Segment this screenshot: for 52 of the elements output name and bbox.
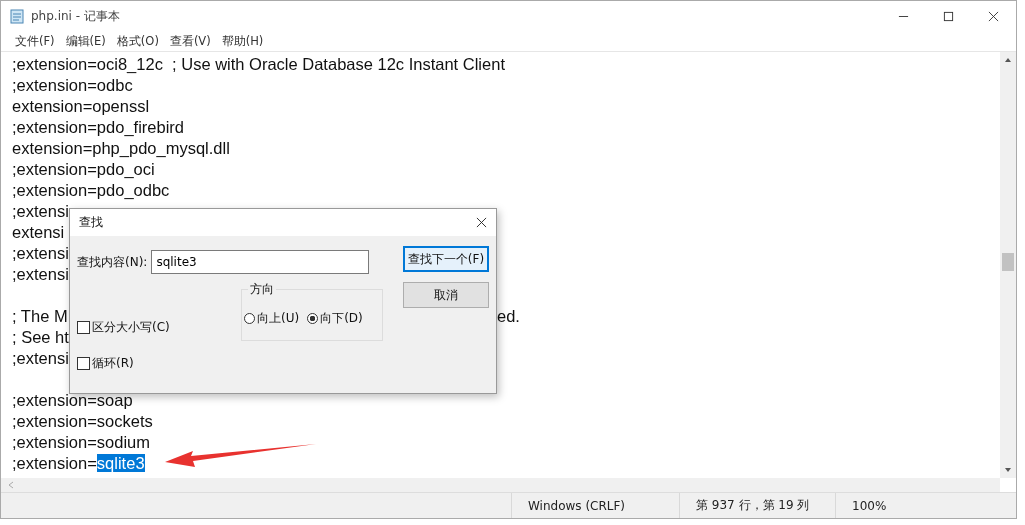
code-line: ;extensi [12,349,69,367]
radio-button[interactable] [307,313,319,324]
menu-item[interactable]: 查看(V) [169,33,211,49]
dialog-button[interactable]: 取消 [403,282,489,308]
menu-item[interactable]: 编辑(E) [65,33,106,49]
scroll-up-icon[interactable] [1004,56,1012,64]
find-label: 查找内容(N): [77,253,148,271]
radio-label[interactable]: 向上(U) [257,310,300,327]
code-line: ;extensi [12,265,69,283]
close-icon[interactable] [476,217,487,228]
menu-item[interactable]: 帮助(H) [221,33,264,49]
code-line: extensi [12,223,65,241]
status-text: 100% [835,493,985,518]
code-line: ;extensi [12,202,69,220]
status-text: Windows (CRLF) [511,493,679,518]
code-line: ; See ht [12,328,69,346]
status-text: 第 937 行，第 19 列 [679,493,835,518]
scroll-down-icon[interactable] [1004,466,1012,474]
notepad-icon [9,8,25,24]
code-line: ;extension= [12,454,97,472]
code-line: ;extension=sodium [12,433,151,451]
code-line: extension=openssl [12,97,150,115]
code-line: ;extension=sockets [12,412,153,430]
code-line: extension=php_pdo_mysql.dll [12,139,230,157]
dialog-title: 查找 [79,214,103,231]
menu-item[interactable]: 文件(F) [15,33,55,49]
code-line: ;extension=soap [12,391,133,409]
code-line: ;extension=pdo_firebird [12,118,184,136]
checkbox-label[interactable]: 区分大小写(C) [92,319,170,336]
checkbox-label[interactable]: 循环(R) [92,355,134,372]
code-line: ;extensi [12,244,69,262]
scroll-thumb[interactable] [1002,253,1014,271]
menu-item[interactable]: 格式(O) [116,33,159,49]
code-line: ;extension=oci8_12c ; Use with Oracle Database 12c Instant Client [12,55,505,73]
radio-button[interactable] [244,313,255,324]
maximize-icon[interactable] [943,10,954,22]
code-line: ; The M [12,307,68,325]
code-line: ;extension=odbc [12,76,133,94]
selected-text: sqlite3 [96,454,145,472]
code-line: ;extension=pdo_oci [12,160,155,178]
checkbox[interactable] [77,321,90,334]
code-line: ;extension=pdo_odbc [12,181,170,199]
close-icon[interactable] [988,10,999,22]
checkbox[interactable] [77,357,90,370]
window-title: php.ini - 记事本 [31,7,120,25]
group-title: 方向 [248,281,276,298]
find-field[interactable]: sqlite3 [151,250,370,274]
horizontal-scrollbar[interactable] [1,478,1000,492]
dialog-button[interactable]: 查找下一个(F) [403,246,489,272]
vertical-scrollbar[interactable] [1000,52,1016,478]
code-line: ed. [497,306,520,327]
radio-label[interactable]: 向下(D) [320,310,363,327]
